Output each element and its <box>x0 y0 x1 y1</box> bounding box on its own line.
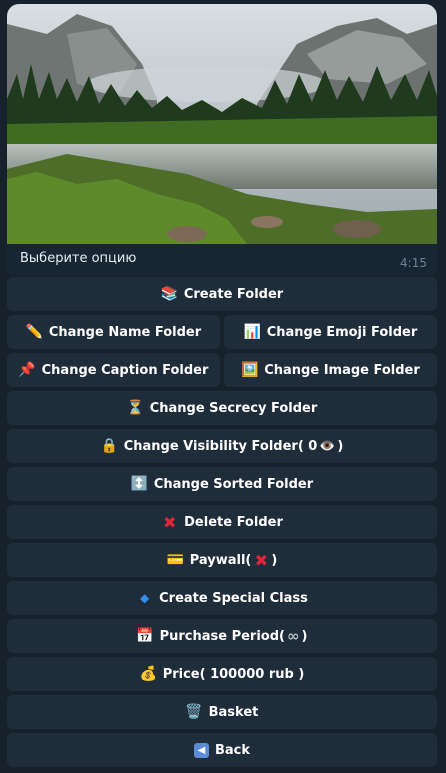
message-caption: Выберите опцию <box>20 251 137 266</box>
change-emoji-folder-button[interactable]: 📊 Change Emoji Folder <box>224 315 437 349</box>
create-special-class-label: Create Special Class <box>159 590 308 606</box>
change-visibility-suffix: ) <box>337 438 344 454</box>
price-button[interactable]: 💰 Price( 100000 rub ) <box>7 657 437 691</box>
change-caption-folder-label: Change Caption Folder <box>41 362 209 378</box>
blue-diamond-icon: ◆ <box>140 591 150 605</box>
basket-button[interactable]: 🗑️ Basket <box>7 695 437 729</box>
change-caption-folder-button[interactable]: 📌 Change Caption Folder <box>7 353 220 387</box>
calendar-icon: 📅 <box>136 628 154 644</box>
price-label: Price( 100000 rub ) <box>162 666 305 682</box>
pushpin-icon: 📌 <box>18 362 36 378</box>
change-image-folder-button[interactable]: 🖼️ Change Image Folder <box>224 353 437 387</box>
lock-icon: 🔒 <box>100 438 118 454</box>
purchase-period-button[interactable]: 📅 Purchase Period( ∞ ) <box>7 619 437 653</box>
paywall-button[interactable]: 💳 Paywall( ✖ ) <box>7 543 437 577</box>
paywall-prefix: Paywall( <box>189 552 252 568</box>
cross-mark-icon: ✖ <box>162 512 177 532</box>
change-visibility-prefix: Change Visibility Folder( 0 <box>123 438 318 454</box>
wastebasket-icon: 🗑️ <box>185 704 203 720</box>
back-label: Back <box>214 742 251 758</box>
change-sorted-folder-button[interactable]: ↕️ Change Sorted Folder <box>7 467 437 501</box>
purchase-period-prefix: Purchase Period( <box>159 628 285 644</box>
hourglass-icon: ⏳ <box>126 400 144 416</box>
change-sorted-folder-label: Change Sorted Folder <box>153 476 314 492</box>
books-icon: 📚 <box>160 286 179 302</box>
delete-folder-label: Delete Folder <box>184 514 283 530</box>
credit-card-icon: 💳 <box>166 552 184 568</box>
create-special-class-button[interactable]: ◆ Create Special Class <box>7 581 437 615</box>
paywall-suffix: ) <box>271 552 278 568</box>
delete-folder-button[interactable]: ✖ Delete Folder <box>7 505 437 539</box>
up-down-arrow-icon: ↕️ <box>130 476 149 492</box>
bar-chart-icon: 📊 <box>243 324 261 340</box>
change-secrecy-folder-button[interactable]: ⏳ Change Secrecy Folder <box>7 391 437 425</box>
change-secrecy-folder-label: Change Secrecy Folder <box>149 400 318 416</box>
back-arrow-icon: ◀ <box>193 742 209 758</box>
message-bubble: Выберите опцию 4:15 <box>7 4 437 276</box>
infinity-value: ∞ <box>286 627 300 645</box>
change-visibility-folder-button[interactable]: 🔒 Change Visibility Folder( 0 👁️ ) <box>7 429 437 463</box>
change-name-folder-label: Change Name Folder <box>48 324 202 340</box>
purchase-period-suffix: ) <box>301 628 308 644</box>
message-photo[interactable] <box>7 4 437 244</box>
create-folder-button[interactable]: 📚 Create Folder <box>7 277 437 311</box>
basket-label: Basket <box>208 704 259 720</box>
change-emoji-folder-label: Change Emoji Folder <box>266 324 418 340</box>
change-name-folder-button[interactable]: ✏️ Change Name Folder <box>7 315 220 349</box>
message-time: 4:15 <box>400 256 427 270</box>
change-image-folder-label: Change Image Folder <box>264 362 420 378</box>
create-folder-label: Create Folder <box>183 286 284 302</box>
money-bag-icon: 💰 <box>139 666 157 682</box>
picture-icon: 🖼️ <box>241 362 259 378</box>
eye-icon: 👁️ <box>319 438 336 454</box>
back-button[interactable]: ◀ Back <box>7 733 437 767</box>
pencil-icon: ✏️ <box>25 324 44 340</box>
paywall-cross-icon: ✖ <box>254 550 269 570</box>
